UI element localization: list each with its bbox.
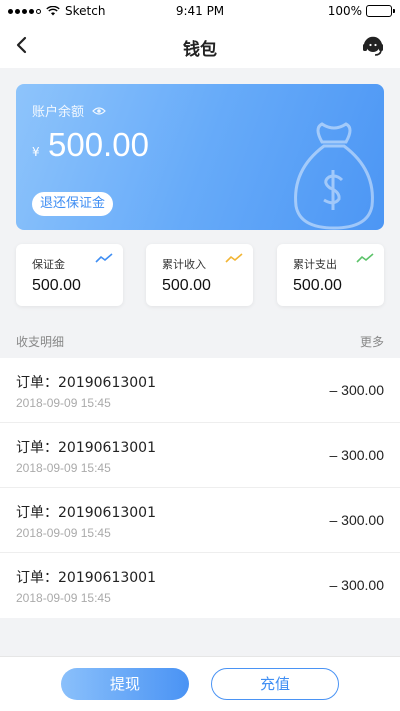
transactions-header: 收支明细 更多 [0,322,400,358]
stat-value: 500.00 [293,277,342,294]
nav-bar: 钱包 [0,22,400,68]
withdraw-button[interactable]: 提现 [61,668,189,700]
order-amount: – 300.00 [329,512,385,528]
order-amount: – 300.00 [329,447,385,463]
refund-deposit-button[interactable]: 退还保证金 [32,192,114,216]
status-bar: Sketch 9:41 PM 100% [0,0,400,22]
trend-line-icon [356,253,374,263]
currency-symbol: ¥ [32,145,40,159]
order-number: 订单：20190613001 [16,570,156,586]
order-time: 2018-09-09 15:45 [16,461,111,475]
stat-deposit[interactable]: 保证金 500.00 [16,244,123,306]
list-item[interactable]: 订单：20190613001 2018-09-09 15:45 – 300.00 [0,358,400,423]
stat-total-expense[interactable]: 累计支出 500.00 [277,244,384,306]
order-number: 订单：20190613001 [16,505,156,521]
stat-value: 500.00 [32,277,81,294]
section-title: 收支明细 [16,335,65,349]
stat-value: 500.00 [162,277,211,294]
stats-row: 保证金 500.00 累计收入 500.00 累计支出 500.00 [16,244,384,306]
battery-percent: 100% [327,4,362,18]
stat-total-income[interactable]: 累计收入 500.00 [146,244,253,306]
battery-icon [366,5,395,17]
stat-label: 保证金 [32,258,65,271]
stat-label: 累计支出 [293,258,337,271]
recharge-button[interactable]: 充值 [211,668,339,700]
trend-line-icon [225,253,243,263]
balance-amount: 500.00 [48,126,149,163]
more-link[interactable]: 更多 [360,333,384,350]
money-bag-icon [294,122,374,230]
stat-label: 累计收入 [162,258,206,271]
order-number: 订单：20190613001 [16,440,156,456]
eye-icon[interactable] [92,106,106,116]
order-amount: – 300.00 [329,577,385,593]
page-title: 钱包 [183,40,217,60]
order-time: 2018-09-09 15:45 [16,396,111,410]
balance-label-row: 账户余额 [32,101,106,120]
headset-icon[interactable] [360,32,386,58]
status-right: 100% [327,4,395,18]
order-time: 2018-09-09 15:45 [16,526,111,540]
chevron-left-icon[interactable] [10,33,34,57]
list-item[interactable]: 订单：20190613001 2018-09-09 15:45 – 300.00 [0,488,400,553]
order-number: 订单：20190613001 [16,375,156,391]
list-item[interactable]: 订单：20190613001 2018-09-09 15:45 – 300.00 [0,423,400,488]
trend-line-icon [95,253,113,263]
order-time: 2018-09-09 15:45 [16,591,111,605]
balance-card: 账户余额 ¥ 500.00 退还保证金 [16,84,384,230]
bottom-action-bar: 提现 充值 [0,656,400,711]
balance-label: 账户余额 [32,105,85,120]
transaction-list: 订单：20190613001 2018-09-09 15:45 – 300.00… [0,358,400,618]
order-amount: – 300.00 [329,382,385,398]
list-item[interactable]: 订单：20190613001 2018-09-09 15:45 – 300.00 [0,553,400,618]
